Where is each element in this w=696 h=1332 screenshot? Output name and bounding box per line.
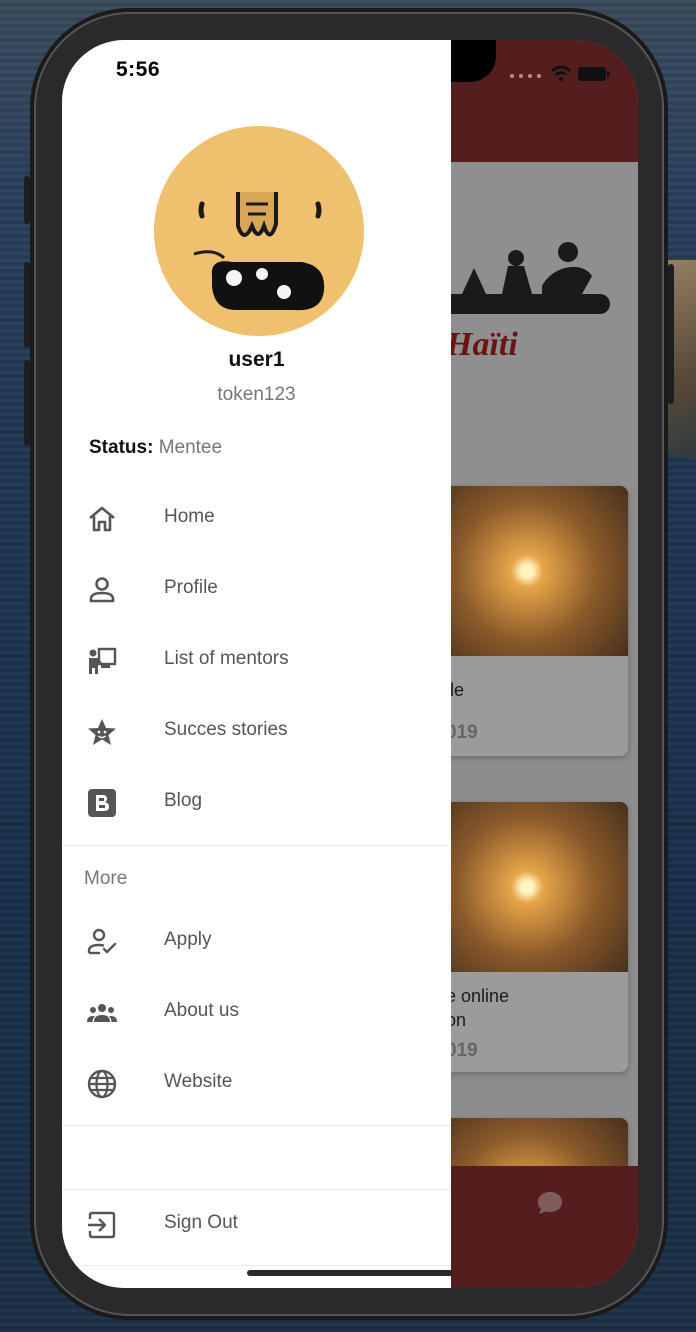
menu-item-success-stories[interactable]: Succes stories — [62, 701, 451, 763]
person-icon — [89, 577, 115, 603]
menu-label: Home — [164, 506, 215, 527]
menu-label: Sign Out — [164, 1212, 238, 1233]
menu-label: Profile — [164, 577, 218, 598]
status-value: Mentee — [158, 437, 223, 458]
menu-label: Website — [164, 1071, 233, 1092]
menu-label: List of mentors — [164, 648, 289, 669]
user-token: token123 — [217, 384, 296, 405]
status-label: Status: — [89, 437, 154, 458]
card-title-line1: e online — [446, 986, 510, 1006]
chat-icon[interactable] — [534, 1188, 566, 1220]
menu-item-about-us[interactable]: About us — [62, 982, 451, 1044]
divider — [62, 845, 451, 846]
user-status: Status: Mentee — [89, 437, 222, 459]
person-check-icon — [87, 928, 117, 955]
menu-label: Apply — [164, 929, 212, 950]
logo-graphic — [442, 242, 610, 314]
sign-out-icon — [88, 1211, 116, 1239]
menu-label: Blog — [164, 790, 203, 811]
blogger-icon — [88, 789, 116, 817]
logo-text: Haïti — [446, 326, 518, 363]
menu-item-profile[interactable]: Profile — [62, 559, 451, 621]
navigation-drawer: 5:56 user1 token123 Status: Mentee Home … — [62, 40, 451, 1288]
divider — [62, 1189, 451, 1190]
battery-icon — [578, 67, 610, 81]
volume-down-button — [24, 360, 30, 446]
sign-out-button[interactable]: Sign Out — [62, 1194, 451, 1256]
volume-up-button — [24, 262, 30, 348]
signal-icon — [510, 74, 541, 78]
user-name: user1 — [228, 348, 285, 371]
group-icon — [87, 1004, 117, 1022]
power-button — [668, 264, 674, 404]
status-time: 5:56 — [116, 58, 161, 81]
menu-item-home[interactable]: Home — [62, 488, 451, 550]
section-title-more: More — [84, 868, 128, 889]
presenter-icon — [89, 647, 117, 674]
phone-screen: Haïti ile 019 e online on 019 5:56 user1… — [62, 40, 638, 1288]
menu-item-apply[interactable]: Apply — [62, 911, 451, 973]
star-badge-icon — [88, 719, 116, 745]
home-indicator[interactable] — [247, 1270, 453, 1276]
avatar[interactable] — [154, 126, 364, 336]
divider — [62, 1125, 451, 1126]
globe-icon — [87, 1069, 117, 1099]
menu-item-website[interactable]: Website — [62, 1053, 451, 1115]
menu-label: Succes stories — [164, 719, 288, 740]
home-icon — [89, 506, 115, 532]
menu-item-mentors[interactable]: List of mentors — [62, 630, 451, 692]
status-icons — [508, 62, 612, 89]
mute-switch — [24, 176, 30, 224]
divider — [62, 1265, 451, 1266]
wifi-icon — [551, 65, 571, 82]
avatar-face-icon — [193, 192, 325, 311]
menu-label: About us — [164, 1000, 239, 1021]
menu-item-blog[interactable]: Blog — [62, 772, 451, 834]
